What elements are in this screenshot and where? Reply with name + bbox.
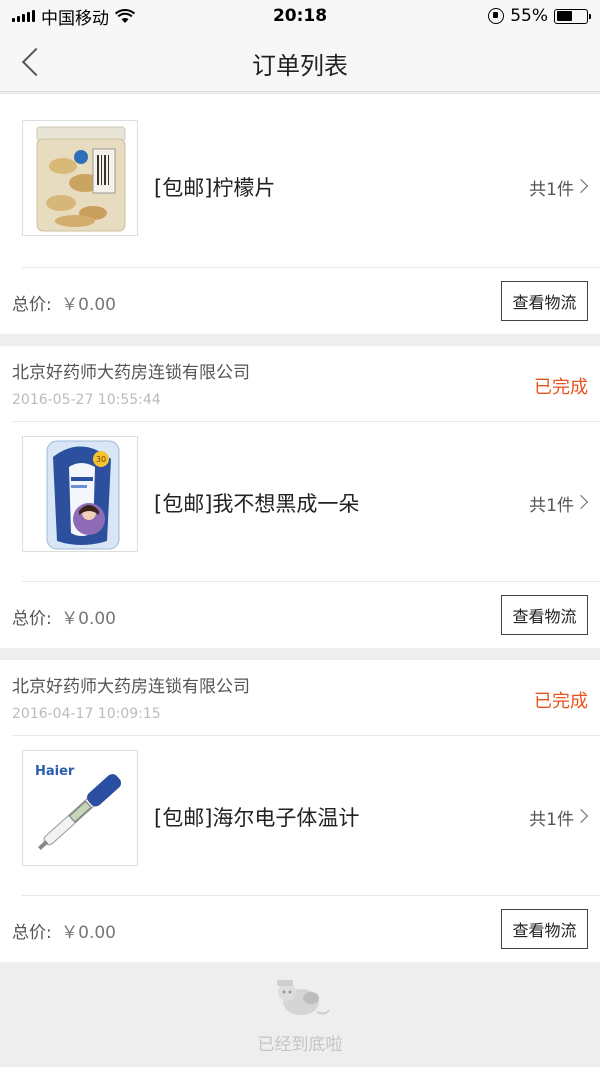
order-time: 2016-05-27 10:55:44 — [12, 392, 161, 408]
product-name: [包邮]海尔电子体温计 — [154, 806, 360, 830]
order-list[interactable]: [包邮]柠檬片 共1件 总价: ￥0.00 查看物流 北京好药师大药房连锁有限公… — [0, 93, 600, 1067]
total-value: ￥0.00 — [61, 923, 116, 943]
view-logistics-button[interactable]: 查看物流 — [501, 595, 588, 635]
page-title: 订单列表 — [252, 52, 348, 80]
order-total: 总价: ￥0.00 — [12, 604, 116, 629]
order-footer: 总价: ￥0.00 查看物流 — [0, 896, 600, 962]
order-total: 总价: ￥0.00 — [12, 918, 116, 943]
chevron-right-icon — [573, 808, 589, 824]
end-of-list: 已经到底啦 — [0, 962, 600, 1067]
product-thumbnail — [22, 120, 138, 236]
order-total: 总价: ￥0.00 — [12, 290, 116, 315]
battery-percent: 55% — [510, 6, 548, 26]
order-item-row[interactable]: [包邮]柠檬片 共1件 — [22, 106, 600, 268]
lemon-slices-jar-icon — [36, 126, 126, 232]
order-header[interactable]: 北京好药师大药房连锁有限公司 2016-04-17 10:09:15 已完成 — [12, 660, 600, 736]
store-name: 北京好药师大药房连锁有限公司 — [12, 363, 250, 383]
chevron-right-icon — [573, 178, 589, 194]
total-value: ￥0.00 — [61, 609, 116, 629]
status-bar: 中国移动 20:18 55% — [0, 0, 600, 32]
total-label: 总价: — [12, 295, 52, 315]
order-item-row[interactable]: 30 [包邮]我不想黑成一朵 共1件 — [22, 422, 600, 582]
battery-icon — [554, 8, 591, 24]
svg-text:30: 30 — [96, 455, 106, 464]
item-count: 共1件 — [529, 810, 574, 830]
digital-thermometer-icon: Haier — [35, 764, 122, 850]
view-logistics-button[interactable]: 查看物流 — [501, 281, 588, 321]
product-name: [包邮]柠檬片 — [154, 176, 276, 200]
order-header[interactable]: 北京好药师大药房连锁有限公司 2016-05-27 10:55:44 已完成 — [12, 346, 600, 422]
end-of-list-text: 已经到底啦 — [257, 1035, 343, 1055]
product-thumbnail: 30 — [22, 436, 138, 552]
chevron-right-icon — [573, 494, 589, 510]
order-card: 北京好药师大药房连锁有限公司 2016-05-27 10:55:44 已完成 3… — [0, 346, 600, 648]
order-item-row[interactable]: Haier [包邮]海尔电子体温计 共1件 — [22, 736, 600, 896]
carrier-name: 中国移动 — [41, 8, 109, 29]
view-logistics-button[interactable]: 查看物流 — [501, 909, 588, 949]
product-name: [包邮]我不想黑成一朵 — [154, 492, 360, 516]
thumb-brand: Haier — [35, 764, 75, 779]
navigation-bar: 订单列表 — [0, 32, 600, 92]
order-time: 2016-04-17 10:09:15 — [12, 706, 161, 722]
order-footer: 总价: ￥0.00 查看物流 — [0, 582, 600, 648]
item-count: 共1件 — [529, 496, 574, 516]
total-value: ￥0.00 — [61, 295, 116, 315]
wifi-icon — [115, 8, 135, 23]
rotation-lock-icon — [488, 8, 505, 24]
carrier-info: 中国移动 — [12, 4, 135, 29]
total-label: 总价: — [12, 923, 52, 943]
item-count: 共1件 — [529, 180, 574, 200]
total-label: 总价: — [12, 609, 52, 629]
order-status: 已完成 — [534, 691, 588, 712]
product-thumbnail: Haier — [22, 750, 138, 866]
order-footer: 总价: ￥0.00 查看物流 — [0, 268, 600, 334]
sunscreen-bottle-icon: 30 — [46, 440, 120, 550]
order-status: 已完成 — [534, 377, 588, 398]
order-card: 北京好药师大药房连锁有限公司 2016-04-17 10:09:15 已完成 H… — [0, 660, 600, 962]
store-name: 北京好药师大药房连锁有限公司 — [12, 677, 250, 697]
signal-icon — [12, 10, 35, 22]
order-card: [包邮]柠檬片 共1件 总价: ￥0.00 查看物流 — [0, 93, 600, 334]
mascot-icon — [277, 980, 330, 1015]
